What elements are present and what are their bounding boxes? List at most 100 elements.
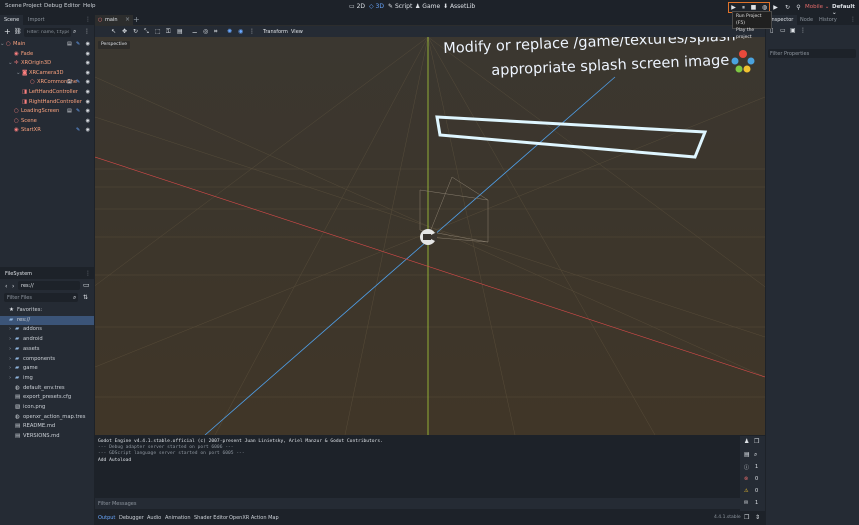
message-filter-icon[interactable]: ✉ xyxy=(744,500,748,506)
environment-preview-icon[interactable]: ◉ xyxy=(238,28,243,35)
expand-chevron-icon[interactable]: ⌄ xyxy=(8,59,13,69)
expand-chevron-icon[interactable]: › xyxy=(9,325,11,335)
close-icon[interactable]: × xyxy=(125,16,130,23)
toggle-split-icon[interactable]: ▭ xyxy=(83,281,90,289)
file-item[interactable]: › ▰ game xyxy=(0,364,94,374)
file-item[interactable]: ▤ export_presets.cfg xyxy=(0,393,94,403)
tab-output[interactable]: Output xyxy=(98,515,115,521)
add-scene-tab-icon[interactable]: + xyxy=(133,15,140,24)
mode-script[interactable]: ✎ Script xyxy=(388,3,412,10)
file-item[interactable]: › ▰ assets xyxy=(0,345,94,355)
dock-menu-icon[interactable]: ⋮ xyxy=(850,16,856,23)
collapse-panel-icon[interactable]: ⇕ xyxy=(755,514,760,521)
visibility-eye-icon[interactable]: ◉ xyxy=(86,107,90,117)
scene-node-row[interactable]: ○ Scene ◉ xyxy=(0,117,94,127)
ruler-icon[interactable]: ⚊ xyxy=(192,28,197,35)
sun-preview-icon[interactable]: ✺ xyxy=(227,28,232,35)
scene-node-row[interactable]: ◨ RightHandController ◉ xyxy=(0,98,94,108)
tab-node[interactable]: Node xyxy=(796,15,817,25)
file-item[interactable]: › ▰ android xyxy=(0,335,94,345)
file-item[interactable]: › ▰ img xyxy=(0,374,94,384)
visibility-eye-icon[interactable]: ◉ xyxy=(86,88,90,98)
file-item[interactable]: › ▰ components xyxy=(0,355,94,365)
scene-node-row[interactable]: ◉ StartXR ✎ ◉ xyxy=(0,126,94,136)
visibility-eye-icon[interactable]: ◉ xyxy=(86,50,90,60)
clear-log-icon[interactable]: ♟ xyxy=(744,438,749,445)
local-space-icon[interactable]: ◎ xyxy=(203,28,208,35)
expand-chevron-icon[interactable]: › xyxy=(9,374,11,384)
group-icon[interactable]: ▤ xyxy=(177,28,183,35)
script-icon[interactable]: ✎ xyxy=(76,78,80,88)
tab-history[interactable]: History xyxy=(815,15,841,25)
scale-tool-icon[interactable]: ⤡ xyxy=(144,28,149,36)
path-field[interactable]: res:// xyxy=(18,281,80,290)
movie-maker-icon[interactable]: ⚲ xyxy=(794,3,803,12)
expand-chevron-icon[interactable]: › xyxy=(9,355,11,365)
expand-chevron-icon[interactable]: › xyxy=(9,364,11,374)
info-filter-icon[interactable]: ⓘ xyxy=(744,464,749,471)
play-custom-scene-icon[interactable]: ↻ xyxy=(783,3,792,12)
back-icon[interactable]: ‹ xyxy=(5,283,7,290)
menu-project[interactable]: Project xyxy=(23,3,42,9)
3d-viewport[interactable]: Modify or replace /game/textures/splash … xyxy=(95,37,765,435)
open-scene-icon[interactable]: ▤ xyxy=(67,40,72,50)
open-resource-icon[interactable]: ▭ xyxy=(780,27,786,34)
visibility-eye-icon[interactable]: ◉ xyxy=(86,98,90,108)
move-tool-icon[interactable]: ✥ xyxy=(122,28,127,35)
inspector-menu-icon[interactable]: ⋮ xyxy=(800,27,806,34)
mode-3d[interactable]: ◇ 3D xyxy=(369,3,384,10)
warning-filter-icon[interactable]: ⚠ xyxy=(744,488,748,494)
filter-messages-input[interactable]: Filter Messages xyxy=(95,498,740,509)
tab-scene[interactable]: Scene xyxy=(0,15,24,25)
file-filter-input[interactable]: Filter Files xyxy=(4,293,78,302)
open-scene-icon[interactable]: ▤ xyxy=(67,78,72,88)
snap-icon[interactable]: ⌗ xyxy=(214,28,217,36)
forward-icon[interactable]: › xyxy=(12,283,14,290)
scroll-lock-icon[interactable]: ▤ xyxy=(744,451,750,458)
mode-assetlib[interactable]: ⬇ AssetLib xyxy=(443,3,475,10)
scene-tab-main[interactable]: ○ main × xyxy=(95,15,133,25)
file-item[interactable]: › ▰ addons xyxy=(0,325,94,335)
visibility-eye-icon[interactable]: ◉ xyxy=(86,59,90,69)
scene-node-row[interactable]: ◉ Fade ◉ xyxy=(0,50,94,60)
sort-icon[interactable]: ⇅ xyxy=(83,294,88,301)
scene-node-row[interactable]: ○ XRCommonShe ▤ ✎ ◉ xyxy=(0,78,94,88)
scene-node-row[interactable]: ○ LoadingScreen ▤ ✎ ◉ xyxy=(0,107,94,117)
menu-debug[interactable]: Debug xyxy=(44,3,62,9)
file-item[interactable]: ▤ README.md xyxy=(0,422,94,432)
tab-debugger[interactable]: Debugger xyxy=(119,515,144,521)
dock-menu-icon[interactable]: ⋮ xyxy=(85,270,91,277)
mode-2d[interactable]: ▭ 2D xyxy=(349,3,365,10)
selectable-tool-icon[interactable]: ⬚ xyxy=(155,28,161,35)
scene-node-row[interactable]: ◨ LeftHandController ◉ xyxy=(0,88,94,98)
error-filter-icon[interactable]: ⊗ xyxy=(744,476,748,482)
search-icon[interactable]: ⌕ xyxy=(73,294,76,302)
rotate-tool-icon[interactable]: ↻ xyxy=(133,28,138,35)
expand-chevron-icon[interactable]: › xyxy=(9,345,11,355)
expand-chevron-icon[interactable]: › xyxy=(9,335,11,345)
add-node-icon[interactable]: + xyxy=(4,27,11,36)
file-item[interactable]: ▧ icon.png xyxy=(0,403,94,413)
expand-chevron-icon[interactable]: ⌄ xyxy=(0,40,5,50)
scene-node-row[interactable]: ⌄ ✛ XROrigin3D ◉ xyxy=(0,59,94,69)
copy-icon[interactable]: ❐ xyxy=(754,438,759,445)
filter-properties-input[interactable]: Filter Properties xyxy=(768,49,856,58)
menu-editor[interactable]: Editor xyxy=(64,3,80,9)
notification-icon[interactable]: ❐ xyxy=(744,514,749,521)
visibility-eye-icon[interactable]: ◉ xyxy=(86,117,90,127)
visibility-eye-icon[interactable]: ◉ xyxy=(86,69,90,79)
tab-shader-editor[interactable]: Shader Editor xyxy=(194,515,228,521)
scene-menu-icon[interactable]: ⋮ xyxy=(84,28,90,35)
file-item[interactable]: ★ Favorites: xyxy=(0,306,94,316)
file-item[interactable]: ◍ default_env.tres xyxy=(0,384,94,394)
search-icon[interactable]: ⌕ xyxy=(754,451,757,459)
play-scene-icon[interactable]: ▶ xyxy=(771,3,780,12)
script-icon[interactable]: ✎ xyxy=(76,126,80,136)
menu-transform[interactable]: Transform xyxy=(263,29,288,35)
scene-filter-input[interactable]: Filter: name, t:type, g:group xyxy=(24,28,71,37)
tab-import[interactable]: Import xyxy=(24,15,49,25)
lock-icon[interactable]: ⚿ xyxy=(166,28,171,36)
file-item[interactable]: ◍ openxr_action_map.tres xyxy=(0,413,94,423)
script-icon[interactable]: ✎ xyxy=(76,107,80,117)
tab-animation[interactable]: Animation xyxy=(165,515,191,521)
